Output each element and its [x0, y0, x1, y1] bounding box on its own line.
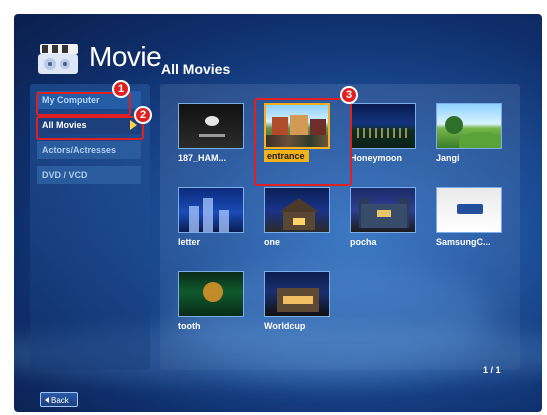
scene-building [310, 119, 326, 135]
back-button-label: Back [51, 396, 69, 405]
scene-window [283, 296, 313, 304]
movie-thumbnail [178, 187, 244, 233]
scene-tower [203, 198, 213, 232]
movie-thumbnail [350, 103, 416, 149]
movie-tile[interactable]: 187_HAM... [174, 100, 248, 170]
movie-title: one [264, 237, 281, 247]
movie-tile[interactable]: Jangi [432, 100, 506, 170]
scene-building [290, 115, 308, 137]
movie-tile[interactable]: Worldcup [260, 268, 334, 338]
logo-bar [199, 134, 225, 137]
movie-tile[interactable]: pocha [346, 184, 420, 254]
scene-window [377, 210, 391, 217]
page-title: All Movies [161, 61, 231, 77]
annotation-badge-1: 1 [112, 80, 130, 98]
movie-thumbnail [264, 271, 330, 317]
sidebar: My Computer All Movies Actors/Actresses … [30, 84, 150, 370]
scene-roof [279, 198, 319, 212]
movie-thumbnail [436, 187, 502, 233]
movie-browser-screen: Movie All Movies My Computer All Movies … [14, 14, 542, 412]
scene-lights [357, 128, 411, 138]
movie-title: tooth [178, 321, 201, 331]
movie-title: Jangi [436, 153, 460, 163]
back-arrow-icon [45, 397, 49, 403]
movie-thumbnail [350, 187, 416, 233]
scene-window [293, 218, 305, 225]
movie-tile[interactable]: one [260, 184, 334, 254]
annotation-badge-3: 3 [340, 86, 358, 104]
movie-grid-panel: 187_HAM... entrance Honeymoon Jangi lett… [160, 84, 520, 370]
movie-tile[interactable]: letter [174, 184, 248, 254]
page-indicator: 1 / 1 [483, 365, 501, 375]
logo-disc-icon [205, 116, 219, 126]
movie-title: letter [178, 237, 201, 247]
movie-tile-selected[interactable]: entrance [260, 100, 334, 170]
scene-lantern [203, 282, 223, 302]
movie-thumbnail [264, 187, 330, 233]
movie-tile[interactable]: tooth [174, 268, 248, 338]
sidebar-item-actors-actresses[interactable]: Actors/Actresses [37, 141, 141, 159]
movie-title: pocha [350, 237, 377, 247]
back-button[interactable]: Back [40, 392, 78, 407]
scene-tower [219, 210, 229, 232]
sidebar-item-label: All Movies [42, 120, 87, 130]
movie-title: entrance [264, 150, 309, 162]
scene-crowd [266, 135, 328, 147]
movie-thumbnail [178, 271, 244, 317]
movie-title: Honeymoon [350, 153, 403, 163]
movie-thumbnail [436, 103, 502, 149]
sidebar-item-dvd-vcd[interactable]: DVD / VCD [37, 166, 141, 184]
movie-title: Worldcup [264, 321, 306, 331]
movie-title: 187_HAM... [178, 153, 227, 163]
movie-thumbnail [178, 103, 244, 149]
movie-title: SamsungC... [436, 237, 491, 247]
scene-tree [445, 116, 463, 134]
movie-tile[interactable]: SamsungC... [432, 184, 506, 254]
movie-tile[interactable]: Honeymoon [346, 100, 420, 170]
annotation-badge-2: 2 [134, 106, 152, 124]
scene-tower [189, 206, 199, 232]
sidebar-item-all-movies[interactable]: All Movies [37, 116, 141, 134]
scene-building [272, 117, 288, 135]
movie-clapperboard-icon [38, 44, 78, 74]
scene-hill [459, 132, 501, 148]
logo-box [457, 204, 483, 214]
movie-thumbnail [264, 103, 330, 149]
app-title: Movie [89, 41, 162, 72]
